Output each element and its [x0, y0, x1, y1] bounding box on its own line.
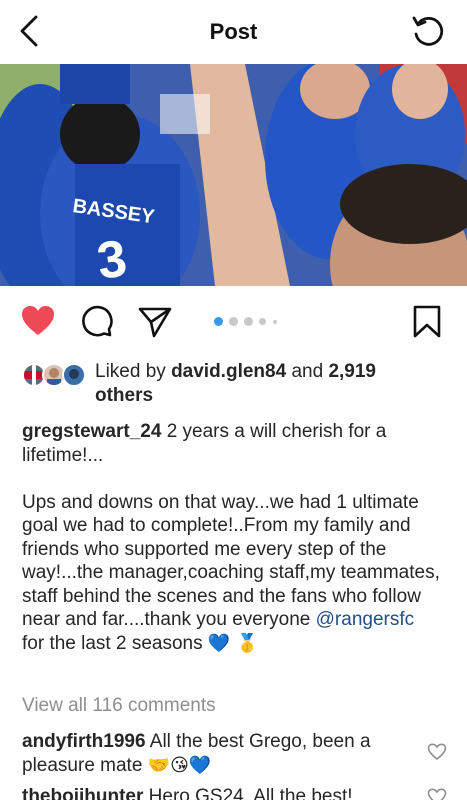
share-button[interactable]	[137, 304, 173, 338]
avatar	[62, 363, 86, 387]
comment-button[interactable]	[79, 304, 115, 338]
carousel-dot	[229, 317, 238, 326]
refresh-icon	[412, 16, 444, 46]
liker-avatars	[22, 363, 88, 387]
carousel-dot	[273, 320, 277, 324]
comment-text: Hero GS24. All the best!	[148, 786, 353, 800]
post-caption: gregstewart_24 2 years a will cherish fo…	[22, 420, 447, 655]
mention-link[interactable]: @rangersfc	[316, 609, 415, 630]
send-icon	[138, 307, 172, 338]
action-bar	[0, 296, 467, 346]
likes-others[interactable]: others	[95, 385, 153, 406]
view-all-comments-link[interactable]: View all 116 comments	[22, 695, 216, 717]
post-photo[interactable]: BASSEY 3	[0, 64, 467, 286]
caption-last-line: for the last 2 seasons	[22, 632, 203, 654]
caption-emojis: 💙 🥇	[207, 632, 259, 654]
comment-bubble-icon	[82, 305, 113, 337]
like-button[interactable]	[20, 304, 56, 338]
likes-summary[interactable]: Liked by david.glen84 and 2,919 others	[22, 360, 452, 406]
save-button[interactable]	[409, 304, 445, 338]
caption-username[interactable]: gregstewart_24	[22, 421, 161, 442]
celebration-photo: BASSEY 3	[0, 64, 467, 286]
top-bar: Post	[0, 0, 467, 64]
likes-count[interactable]: 2,919	[328, 361, 376, 382]
liked-by-label: Liked by	[95, 361, 166, 382]
comment-emojis: 🤝😘💙	[147, 755, 212, 776]
refresh-button[interactable]	[411, 14, 445, 50]
carousel-dot	[259, 318, 266, 325]
bookmark-icon	[413, 305, 441, 338]
page-title: Post	[209, 19, 258, 44]
comment-username[interactable]: andyfirth1996	[22, 731, 146, 752]
heart-icon	[22, 306, 54, 335]
comment-item: thebojihunter Hero GS24. All the best!	[22, 785, 414, 800]
heart-outline-icon	[427, 788, 447, 800]
heart-outline-icon	[427, 743, 447, 761]
carousel-dot	[244, 317, 253, 326]
comment-like-button[interactable]	[427, 788, 447, 800]
carousel-dot-active	[214, 317, 223, 326]
comment-item: andyfirth1996 All the best Grego, been a…	[22, 730, 414, 778]
likes-connector: and	[291, 361, 324, 382]
comment-username[interactable]: thebojihunter	[22, 786, 143, 800]
liker-username[interactable]: david.glen84	[171, 361, 286, 382]
comment-like-button[interactable]	[427, 743, 447, 761]
likes-text: Liked by david.glen84 and 2,919 others	[95, 360, 435, 408]
